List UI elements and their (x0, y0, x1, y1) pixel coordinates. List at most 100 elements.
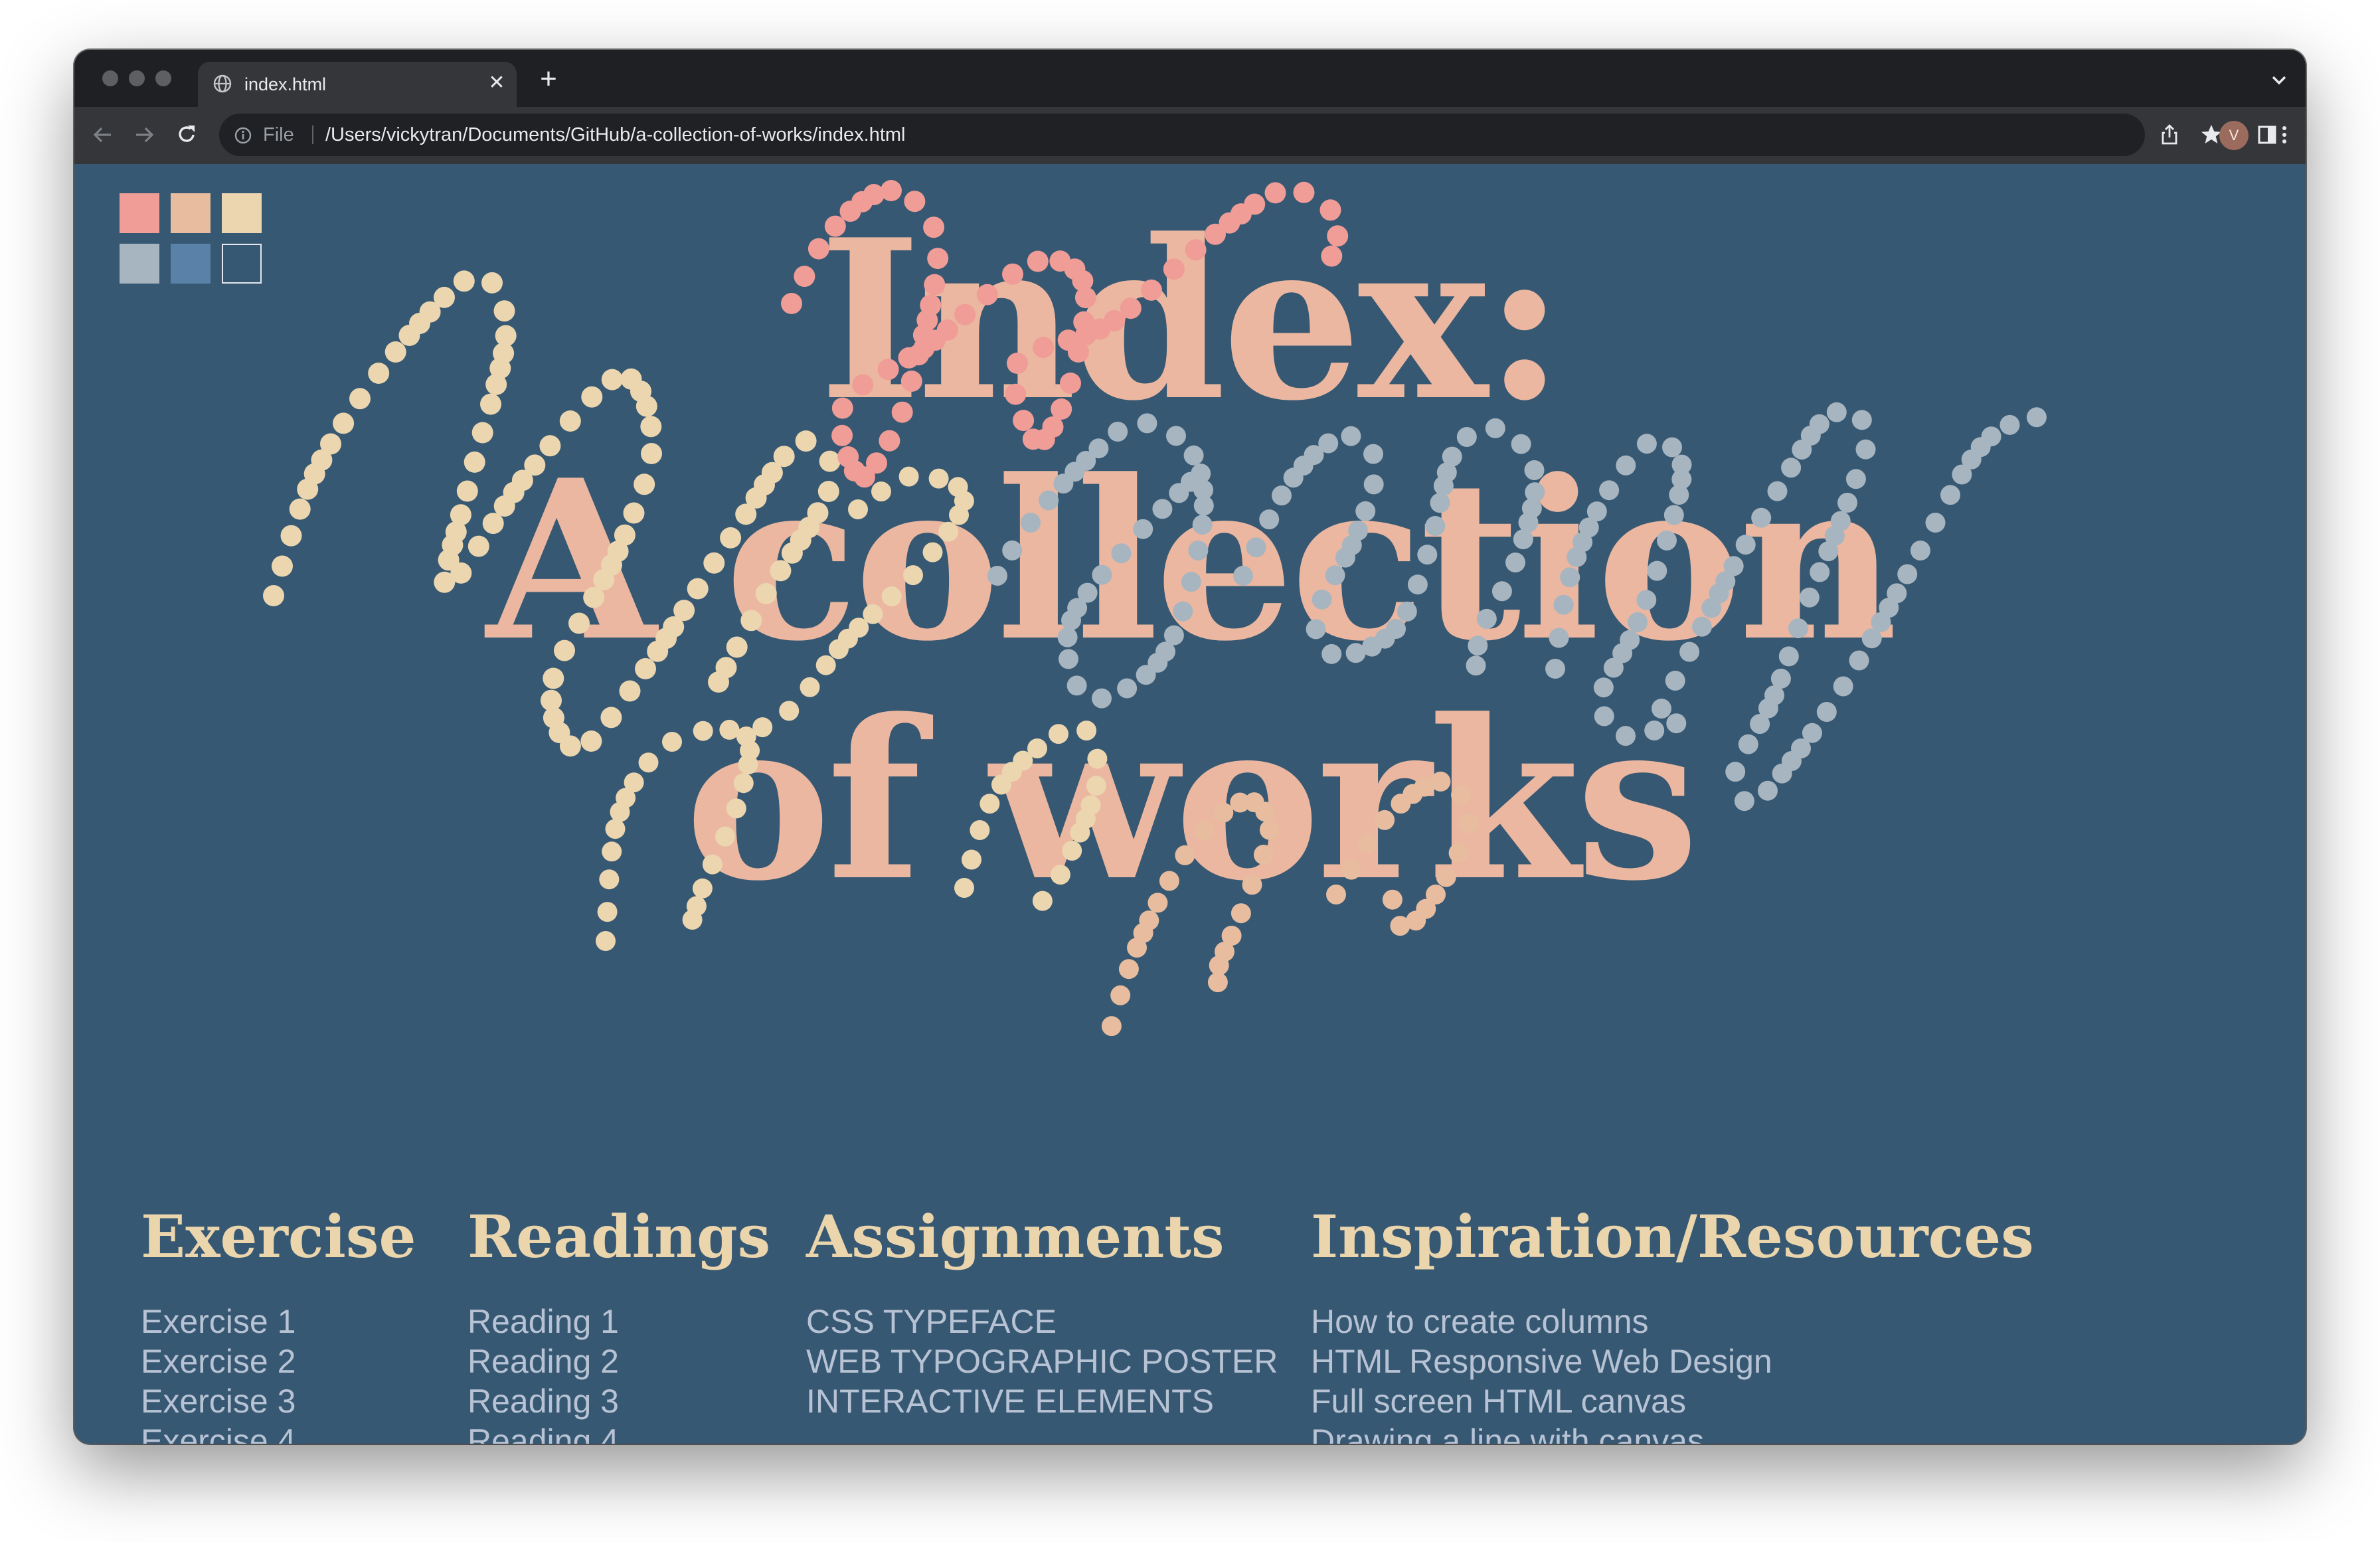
brush-dot (593, 568, 615, 590)
brush-dot (1259, 819, 1280, 840)
brush-dot (1725, 762, 1746, 782)
brush-dot (1524, 460, 1545, 480)
section-link[interactable]: WEB TYPOGRAPHIC POSTER (806, 1341, 1278, 1381)
brush-dot (1666, 713, 1687, 734)
brush-dot (1767, 481, 1788, 501)
brush-dot (808, 238, 829, 260)
brush-dot (1185, 239, 1207, 261)
brush-dot (1057, 627, 1078, 647)
brush-dot (773, 446, 795, 468)
brush-dot (879, 430, 900, 452)
brush-dot (1545, 659, 1565, 679)
url-scheme-label: File (263, 124, 294, 145)
brush-dot (1059, 649, 1078, 669)
brush-dot (1181, 572, 1201, 592)
brush-dot (1163, 258, 1185, 280)
minimize-window-button[interactable] (129, 70, 145, 86)
section-link[interactable]: Drawing a line with canvas (1311, 1421, 2034, 1444)
brush-dot (949, 505, 969, 525)
brush-dot (1341, 859, 1361, 880)
brush-dot (927, 248, 949, 270)
address-bar[interactable]: File /Users/vickytran/Documents/GitHub/a… (219, 114, 2145, 156)
brush-dot (738, 754, 758, 775)
section-link[interactable]: HTML Responsive Web Design (1311, 1341, 2034, 1381)
brush-dot (703, 552, 725, 574)
brush-dot (464, 451, 485, 473)
share-icon[interactable] (2156, 122, 2183, 148)
brush-dot (1092, 564, 1112, 585)
section-link[interactable]: CSS TYPEFACE (806, 1302, 1278, 1341)
brush-dot (1599, 480, 1620, 501)
brush-dot (1101, 1016, 1122, 1037)
brush-dot (924, 274, 946, 296)
reload-icon[interactable] (171, 120, 202, 150)
section-link[interactable]: Exercise 2 (141, 1341, 416, 1381)
drawing-canvas[interactable] (74, 164, 2306, 1041)
brush-dot (581, 386, 603, 408)
brush-dot (687, 578, 709, 600)
brush-dot (1940, 485, 1960, 505)
brush-dot (1662, 437, 1682, 458)
new-tab-button[interactable]: + (533, 63, 564, 95)
zoom-window-button[interactable] (155, 70, 171, 86)
profile-avatar[interactable]: V (2219, 121, 2249, 150)
brush-dot (1833, 676, 1853, 697)
close-window-button[interactable] (102, 70, 118, 86)
brush-dot (1074, 287, 1096, 309)
brush-dot (1553, 594, 1574, 615)
brush-dot (1133, 519, 1153, 539)
section-link[interactable]: How to create columns (1311, 1302, 2034, 1341)
brush-dot (1511, 434, 1531, 454)
section-link[interactable]: Reading 1 (468, 1302, 770, 1341)
brush-dot (1451, 785, 1472, 805)
brush-dot (1092, 688, 1112, 709)
brush-dot (1735, 535, 1756, 555)
brush-dot (673, 600, 695, 622)
section-link[interactable]: Full screen HTML canvas (1311, 1381, 2034, 1421)
section-link[interactable]: Reading 3 (468, 1381, 770, 1421)
brush-dot (702, 854, 722, 875)
brush-dot (1173, 601, 1193, 622)
section-link[interactable]: Exercise 1 (141, 1302, 416, 1341)
brush-dot (922, 542, 943, 562)
chevron-down-icon[interactable] (2266, 67, 2292, 94)
brush-dot (434, 286, 455, 308)
brush-dot (1327, 225, 1349, 247)
brush-dot (1647, 560, 1667, 581)
brush-dot (1816, 702, 1837, 722)
brush-dot (333, 412, 355, 434)
brush-dot (635, 658, 656, 679)
brush-dot (1679, 642, 1700, 662)
more-menu-icon[interactable] (2271, 122, 2298, 148)
brush-dot (1118, 959, 1139, 980)
close-tab-icon[interactable]: ✕ (485, 71, 509, 95)
brush-dot (1166, 426, 1186, 446)
tab-title: index.html (244, 74, 327, 94)
brush-dot (1425, 516, 1446, 536)
brush-dot (976, 284, 998, 305)
brush-dot (781, 542, 803, 564)
brush-dot (1022, 428, 1044, 450)
brush-dot (583, 586, 605, 608)
brush-dot (1319, 199, 1341, 221)
brush-dot (597, 902, 618, 922)
brush-dot (954, 878, 974, 898)
brush-dot (881, 180, 902, 201)
info-icon[interactable] (234, 126, 252, 145)
section-link[interactable]: INTERACTIVE ELEMENTS (806, 1381, 1278, 1421)
section-link[interactable]: Exercise 4 (141, 1421, 416, 1444)
forward-arrow-icon[interactable] (129, 120, 159, 150)
back-arrow-icon[interactable] (88, 120, 118, 150)
brush-dot (1513, 529, 1533, 550)
brush-dot (1027, 250, 1049, 272)
brush-dot (596, 931, 616, 951)
url-text[interactable]: /Users/vickytran/Documents/GitHub/a-coll… (325, 123, 906, 147)
brush-dot (1657, 530, 1677, 551)
section-link[interactable]: Reading 2 (468, 1341, 770, 1381)
brush-dot (824, 215, 846, 237)
section-link[interactable]: Reading 4 (468, 1421, 770, 1444)
tab-index-html[interactable]: index.html ✕ (198, 62, 517, 107)
brush-dot (1108, 422, 1128, 442)
section-link[interactable]: Exercise 3 (141, 1381, 416, 1421)
brush-dot (1140, 279, 1162, 301)
